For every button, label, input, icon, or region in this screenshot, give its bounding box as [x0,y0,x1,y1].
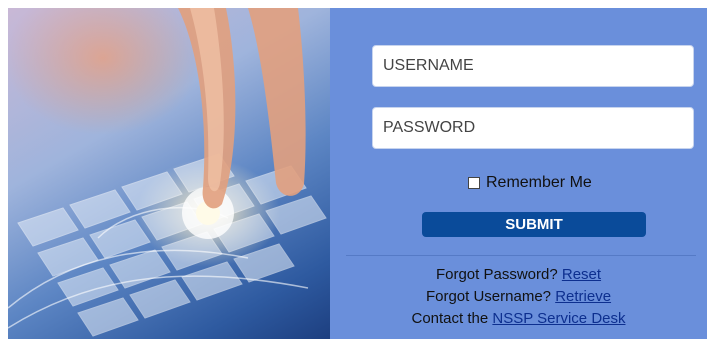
forgot-password-row: Forgot Password? Reset [330,264,707,286]
help-links: Forgot Password? Reset Forgot Username? … [330,264,707,330]
login-frame: Remember Me SUBMIT Forgot Password? Rese… [8,8,707,339]
remember-me-label: Remember Me [486,174,592,191]
username-field[interactable] [372,45,694,87]
keyboard-illustration [8,8,327,337]
contact-row: Contact the NSSP Service Desk [330,308,707,330]
remember-me-row[interactable]: Remember Me [468,174,592,192]
forgot-username-row: Forgot Username? Retrieve [330,286,707,308]
divider [346,255,696,256]
password-field[interactable] [372,107,694,149]
forgot-username-text: Forgot Username? [425,288,552,305]
service-desk-link[interactable]: NSSP Service Desk [492,310,625,327]
checkbox-icon[interactable] [468,177,480,189]
submit-button[interactable]: SUBMIT [422,212,646,237]
reset-link[interactable]: Reset [562,266,601,283]
contact-text: Contact the [411,310,489,327]
forgot-password-text: Forgot Password? [435,266,558,283]
keyboard-hero-image [8,8,330,339]
login-panel: Remember Me SUBMIT Forgot Password? Rese… [330,8,707,339]
retrieve-link[interactable]: Retrieve [555,288,611,305]
